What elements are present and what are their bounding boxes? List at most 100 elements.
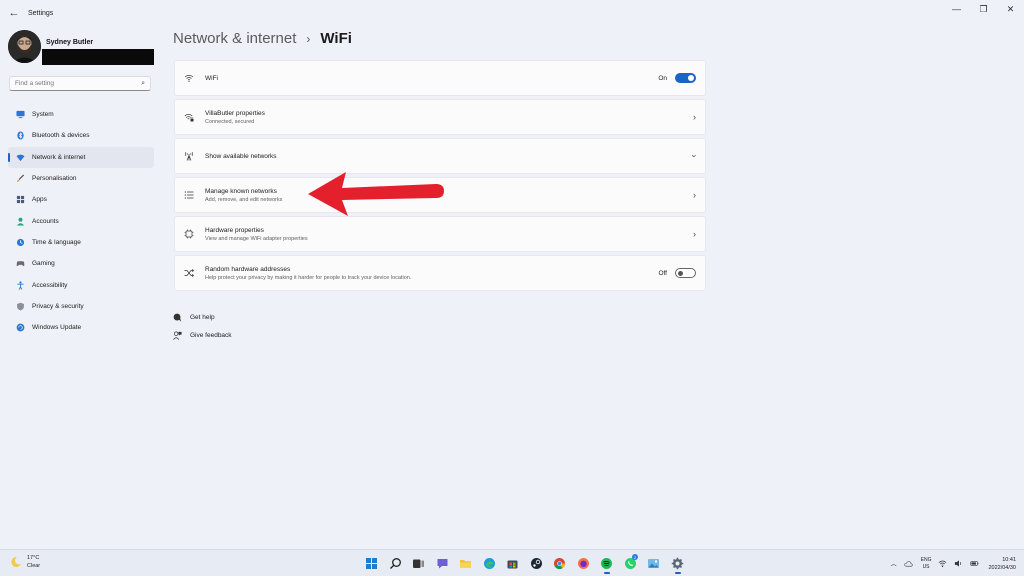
- controller-icon: [16, 259, 25, 268]
- cloud-icon[interactable]: [904, 559, 913, 568]
- card-title: Show available networks: [205, 152, 277, 160]
- random-hardware-addresses-card[interactable]: Random hardware addresses Help protect y…: [174, 255, 706, 291]
- sidebar-item-time-language[interactable]: Time & language: [8, 232, 154, 253]
- chevron-right-icon: ›: [693, 190, 696, 200]
- bluetooth-icon: [16, 131, 25, 140]
- window-controls: — ❐ ✕: [943, 0, 1024, 26]
- steam-button[interactable]: [525, 554, 549, 573]
- start-button[interactable]: [360, 554, 384, 573]
- avatar[interactable]: [8, 30, 41, 63]
- battery-icon[interactable]: [970, 559, 979, 568]
- back-arrow-icon[interactable]: ←: [2, 7, 26, 19]
- store-bag-icon: [507, 560, 518, 569]
- network-properties-card[interactable]: VillaButler properties Connected, secure…: [174, 99, 706, 135]
- person-icon: [16, 217, 25, 226]
- hardware-properties-card[interactable]: Hardware properties View and manage WiFi…: [174, 216, 706, 252]
- toggle-state-label: On: [658, 74, 667, 82]
- feedback-icon: [173, 331, 182, 340]
- spotify-icon: [601, 558, 613, 569]
- sidebar-item-personalisation[interactable]: Personalisation: [8, 168, 154, 189]
- wifi-secured-icon: [184, 112, 194, 122]
- user-profile: Sydney Butler: [8, 30, 154, 66]
- whatsapp-button[interactable]: 2: [619, 554, 643, 573]
- card-title: WiFi: [205, 74, 218, 82]
- shield-icon: [16, 302, 25, 311]
- sidebar-item-apps[interactable]: Apps: [8, 189, 154, 210]
- sidebar-item-gaming[interactable]: Gaming: [8, 253, 154, 274]
- task-view-button[interactable]: [407, 554, 431, 573]
- show-available-networks-card[interactable]: Show available networks ›: [174, 138, 706, 174]
- monitor-icon: [16, 110, 25, 119]
- firefox-button[interactable]: [572, 554, 596, 573]
- spotify-button[interactable]: [595, 554, 619, 574]
- sidebar-item-accessibility[interactable]: Accessibility: [8, 274, 154, 295]
- windows-logo-icon: [366, 558, 378, 569]
- settings-search[interactable]: ⌕: [9, 76, 151, 91]
- breadcrumb-separator: ›: [306, 32, 311, 46]
- steam-icon: [530, 558, 542, 569]
- chevron-up-icon[interactable]: ︿: [891, 559, 897, 568]
- update-icon: [16, 323, 25, 332]
- volume-icon[interactable]: [954, 559, 963, 568]
- shuffle-icon: [184, 268, 194, 278]
- sidebar-item-label: Privacy & security: [32, 302, 84, 310]
- weather-temp: 17°C: [27, 555, 40, 561]
- wifi-icon: [184, 73, 194, 83]
- chrome-button[interactable]: [548, 554, 572, 573]
- brush-icon: [16, 174, 25, 183]
- sidebar-item-label: System: [32, 111, 54, 119]
- sidebar-item-windows-update[interactable]: Windows Update: [8, 317, 154, 338]
- wifi-toggle-switch[interactable]: [675, 73, 696, 83]
- language-indicator[interactable]: ENG US: [921, 557, 932, 571]
- taskbar-apps: 2: [360, 554, 690, 574]
- weather-widget[interactable]: 17°C Clear: [10, 554, 40, 570]
- firefox-icon: [577, 558, 589, 569]
- sidebar-item-bluetooth[interactable]: Bluetooth & devices: [8, 125, 154, 146]
- clock[interactable]: 10:41 2022/04/30: [988, 556, 1016, 572]
- sidebar-item-privacy-security[interactable]: Privacy & security: [8, 296, 154, 317]
- card-title: VillaButler properties: [205, 109, 265, 117]
- card-subtitle: Help protect your privacy by making it h…: [205, 274, 412, 281]
- wifi-icon[interactable]: [938, 559, 947, 568]
- sidebar-item-label: Network & internet: [32, 153, 86, 161]
- settings-taskbar-button[interactable]: [666, 554, 690, 574]
- photos-button[interactable]: [642, 554, 666, 573]
- chevron-down-icon: ›: [689, 154, 700, 158]
- get-help-link[interactable]: Get help: [173, 308, 232, 326]
- sidebar-item-label: Time & language: [32, 238, 81, 246]
- search-input[interactable]: [15, 80, 135, 87]
- card-subtitle: Add, remove, and edit networks: [205, 196, 283, 203]
- edge-button[interactable]: [478, 554, 502, 573]
- sidebar-item-network[interactable]: Network & internet: [8, 146, 154, 168]
- globe-clock-icon: [16, 238, 25, 247]
- random-addresses-toggle-switch[interactable]: [675, 268, 696, 278]
- close-icon[interactable]: ✕: [997, 0, 1024, 18]
- folder-icon: [460, 560, 472, 568]
- clock-date: 2022/04/30: [988, 564, 1016, 571]
- search-icon: [389, 558, 401, 569]
- card-title: Hardware properties: [205, 226, 264, 234]
- taskbar-search-button[interactable]: [384, 554, 408, 573]
- restore-icon[interactable]: ❐: [970, 0, 997, 18]
- edge-browser-icon: [483, 558, 495, 569]
- red-arrow-annotation: [308, 172, 444, 216]
- card-title: Random hardware addresses: [205, 265, 291, 273]
- user-name: Sydney Butler: [46, 39, 94, 46]
- toggle-state-label: Off: [658, 269, 667, 277]
- accessibility-icon: [16, 280, 25, 290]
- taskbar: 17°C Clear 2 ︿ ENG US 10:41 2022/04/30: [0, 549, 1024, 576]
- sidebar-item-system[interactable]: System: [8, 104, 154, 125]
- sidebar-item-accounts[interactable]: Accounts: [8, 210, 154, 231]
- file-explorer-button[interactable]: [454, 554, 478, 573]
- clock-time: 10:41: [1002, 556, 1016, 563]
- wifi-toggle-card[interactable]: WiFi On: [174, 60, 706, 96]
- give-feedback-link[interactable]: Give feedback: [173, 326, 232, 344]
- chat-icon: [437, 559, 448, 569]
- moon-icon: [11, 556, 21, 567]
- store-button[interactable]: [501, 554, 525, 573]
- notification-badge: 2: [632, 554, 638, 560]
- chat-button[interactable]: [431, 554, 455, 573]
- chip-icon: [184, 229, 194, 239]
- minimize-icon[interactable]: —: [943, 0, 970, 18]
- breadcrumb-parent[interactable]: Network & internet: [173, 30, 296, 47]
